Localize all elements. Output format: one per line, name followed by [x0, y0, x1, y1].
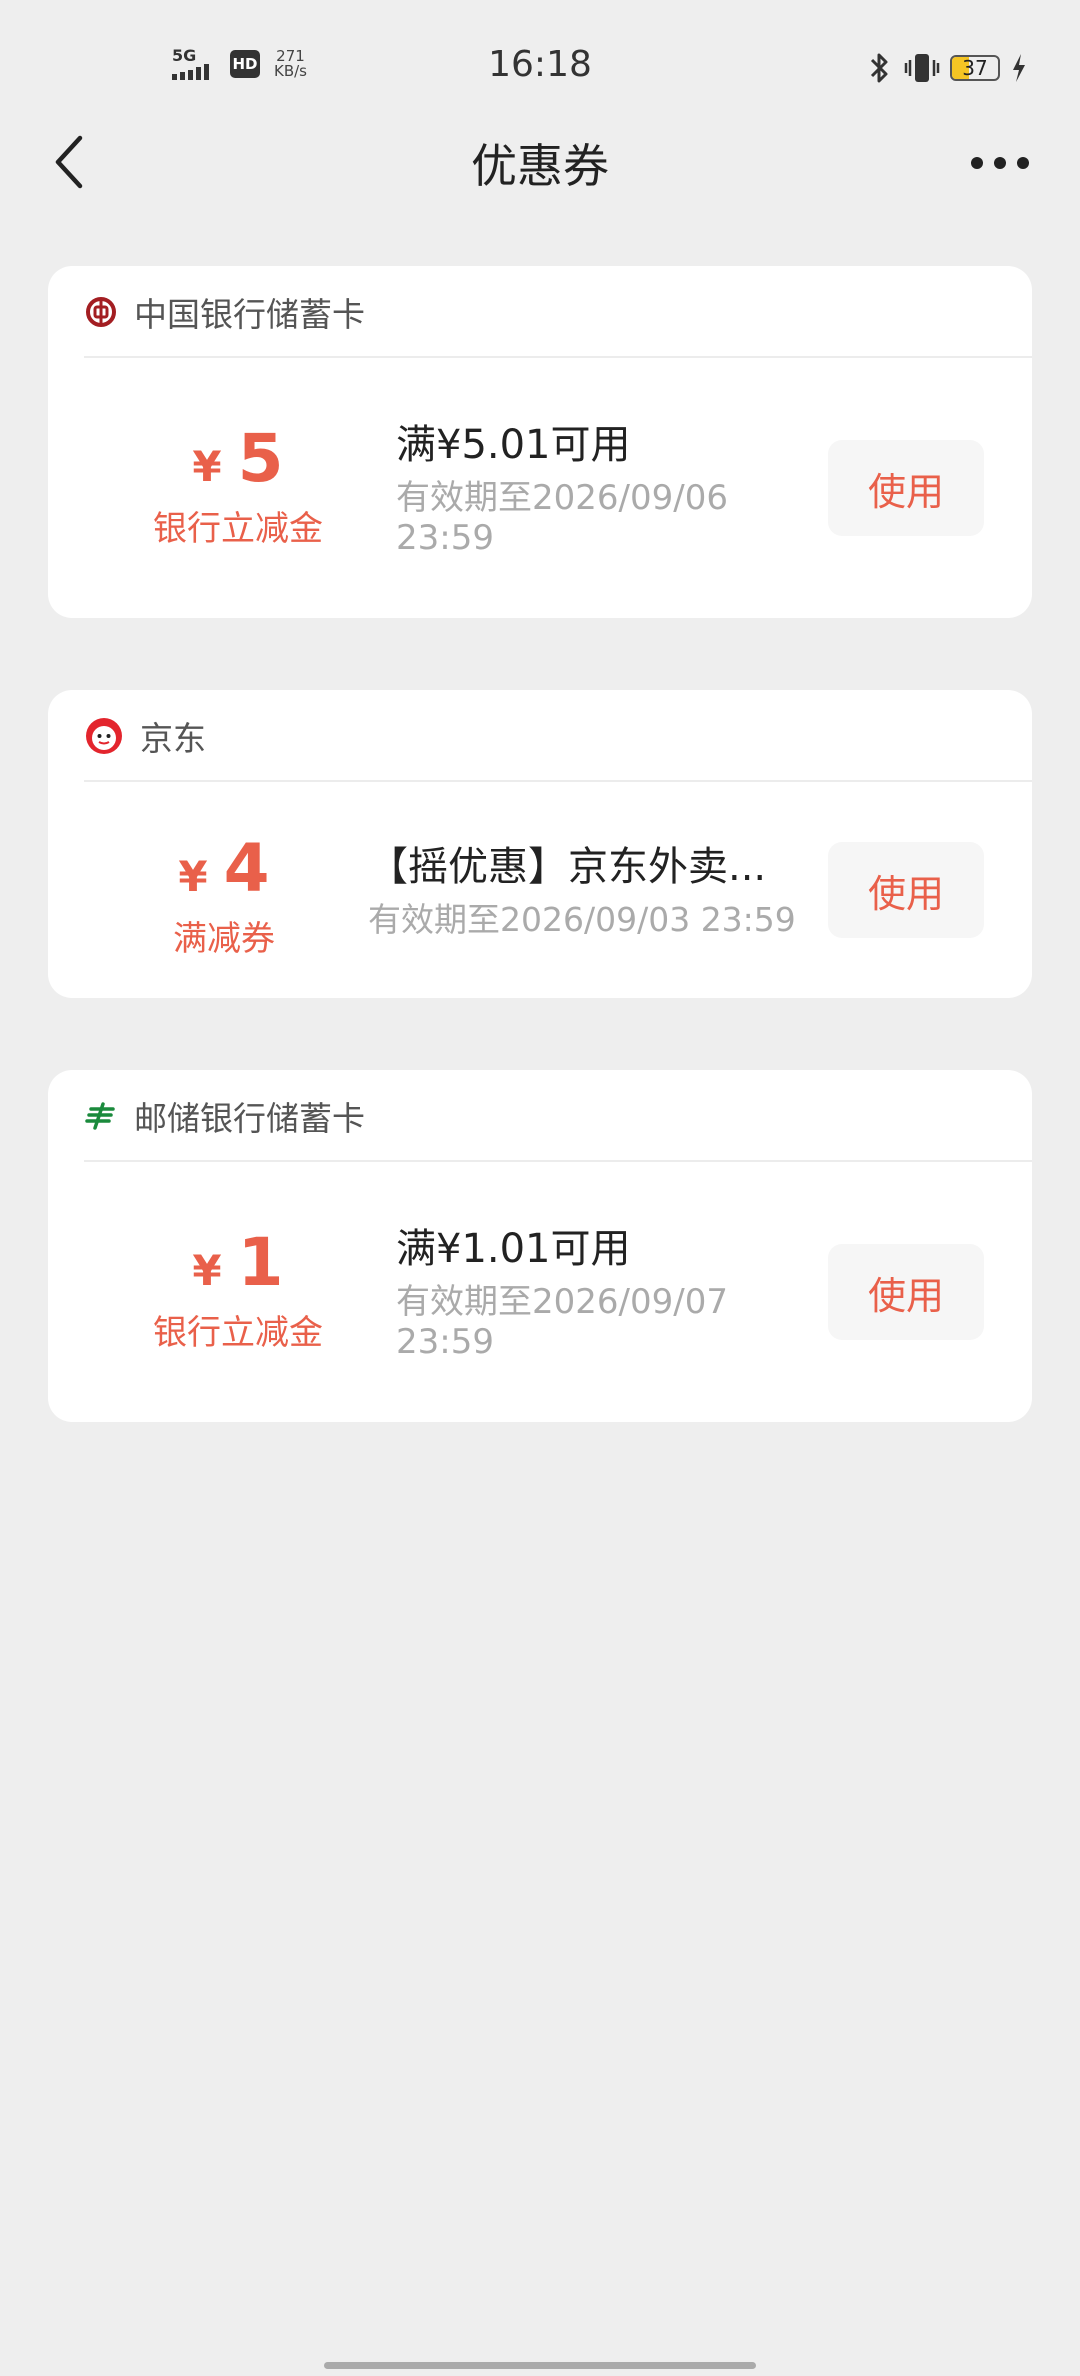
coupon-info: 满¥5.01可用 有效期至2026/09/06 23:59 [396, 412, 826, 558]
issuer-name: 中国银行储蓄卡 [134, 295, 365, 334]
status-right: 37 [866, 50, 1028, 86]
home-indicator[interactable] [324, 2362, 756, 2369]
use-button[interactable]: 使用 [828, 842, 984, 938]
coupon-amount: ¥ 5 [96, 420, 380, 497]
coupon-type: 银行立减金 [153, 509, 323, 549]
currency-symbol: ¥ [192, 1246, 222, 1295]
issuer-name: 京东 [140, 719, 206, 758]
coupon-info: 满¥1.01可用 有效期至2026/09/07 23:59 [396, 1216, 826, 1362]
currency-symbol: ¥ [192, 442, 222, 491]
amount-value: 4 [223, 830, 270, 907]
currency-symbol: ¥ [178, 852, 208, 901]
more-dots-icon [971, 157, 1029, 169]
more-button[interactable] [960, 128, 1040, 198]
coupon-amount: ¥ 4 [82, 830, 366, 907]
coupon-expiry: 有效期至2026/09/07 23:59 [396, 1282, 728, 1362]
coupon-title: 【摇优惠】京东外卖... [368, 844, 767, 890]
amount-value: 1 [237, 1224, 284, 1301]
coupon-type: 银行立减金 [153, 1313, 323, 1353]
coupon-expiry: 有效期至2026/09/03 23:59 [368, 900, 796, 939]
coupon-info: 【摇优惠】京东外卖... 有效期至2026/09/03 23:59 [368, 834, 838, 940]
coupon-card-header: 邮储银行储蓄卡 [48, 1070, 1032, 1162]
coupon-card: 邮储银行储蓄卡 ¥ 1 银行立减金 满¥1.01可用 有效期至2026/09/0… [48, 1070, 1032, 1422]
coupon-amount-block: ¥ 4 满减券 [82, 830, 366, 960]
coupon-type: 满减券 [173, 919, 275, 959]
use-button[interactable]: 使用 [828, 1244, 984, 1340]
coupon-title: 满¥1.01可用 [396, 1226, 631, 1272]
coupon-card: 京东 ¥ 4 满减券 【摇优惠】京东外卖... 有效期至2026/09/03 2… [48, 690, 1032, 998]
jd-logo-icon [84, 716, 124, 756]
battery-icon: 37 [950, 55, 1000, 81]
coupon-card-body: ¥ 4 满减券 【摇优惠】京东外卖... 有效期至2026/09/03 23:5… [48, 782, 1032, 998]
issuer-name: 邮储银行储蓄卡 [134, 1099, 365, 1138]
coupon-card-header: 京东 [48, 690, 1032, 782]
coupon-title: 满¥5.01可用 [396, 422, 631, 468]
battery-level: 37 [962, 56, 988, 80]
coupon-amount-block: ¥ 5 银行立减金 [96, 420, 380, 550]
coupon-card-header: 中国银行储蓄卡 [48, 266, 1032, 358]
bluetooth-icon [870, 53, 888, 83]
coupon-expiry: 有效期至2026/09/06 23:59 [396, 478, 728, 558]
psbc-logo-icon [84, 1099, 118, 1133]
coupon-amount-block: ¥ 1 银行立减金 [96, 1224, 380, 1354]
coupon-card-body: ¥ 5 银行立减金 满¥5.01可用 有效期至2026/09/06 23:59 … [48, 358, 1032, 618]
page-title: 优惠券 [471, 139, 609, 193]
use-button[interactable]: 使用 [828, 440, 984, 536]
vibrate-icon [904, 54, 940, 82]
coupon-amount: ¥ 1 [96, 1224, 380, 1301]
amount-value: 5 [237, 420, 284, 497]
charging-icon [1013, 54, 1025, 82]
coupon-card: 中国银行储蓄卡 ¥ 5 银行立减金 满¥5.01可用 有效期至2026/09/0… [48, 266, 1032, 618]
boc-logo-icon [84, 295, 118, 329]
coupon-card-body: ¥ 1 银行立减金 满¥1.01可用 有效期至2026/09/07 23:59 … [48, 1162, 1032, 1422]
nav-bar: 优惠券 [0, 110, 1080, 220]
